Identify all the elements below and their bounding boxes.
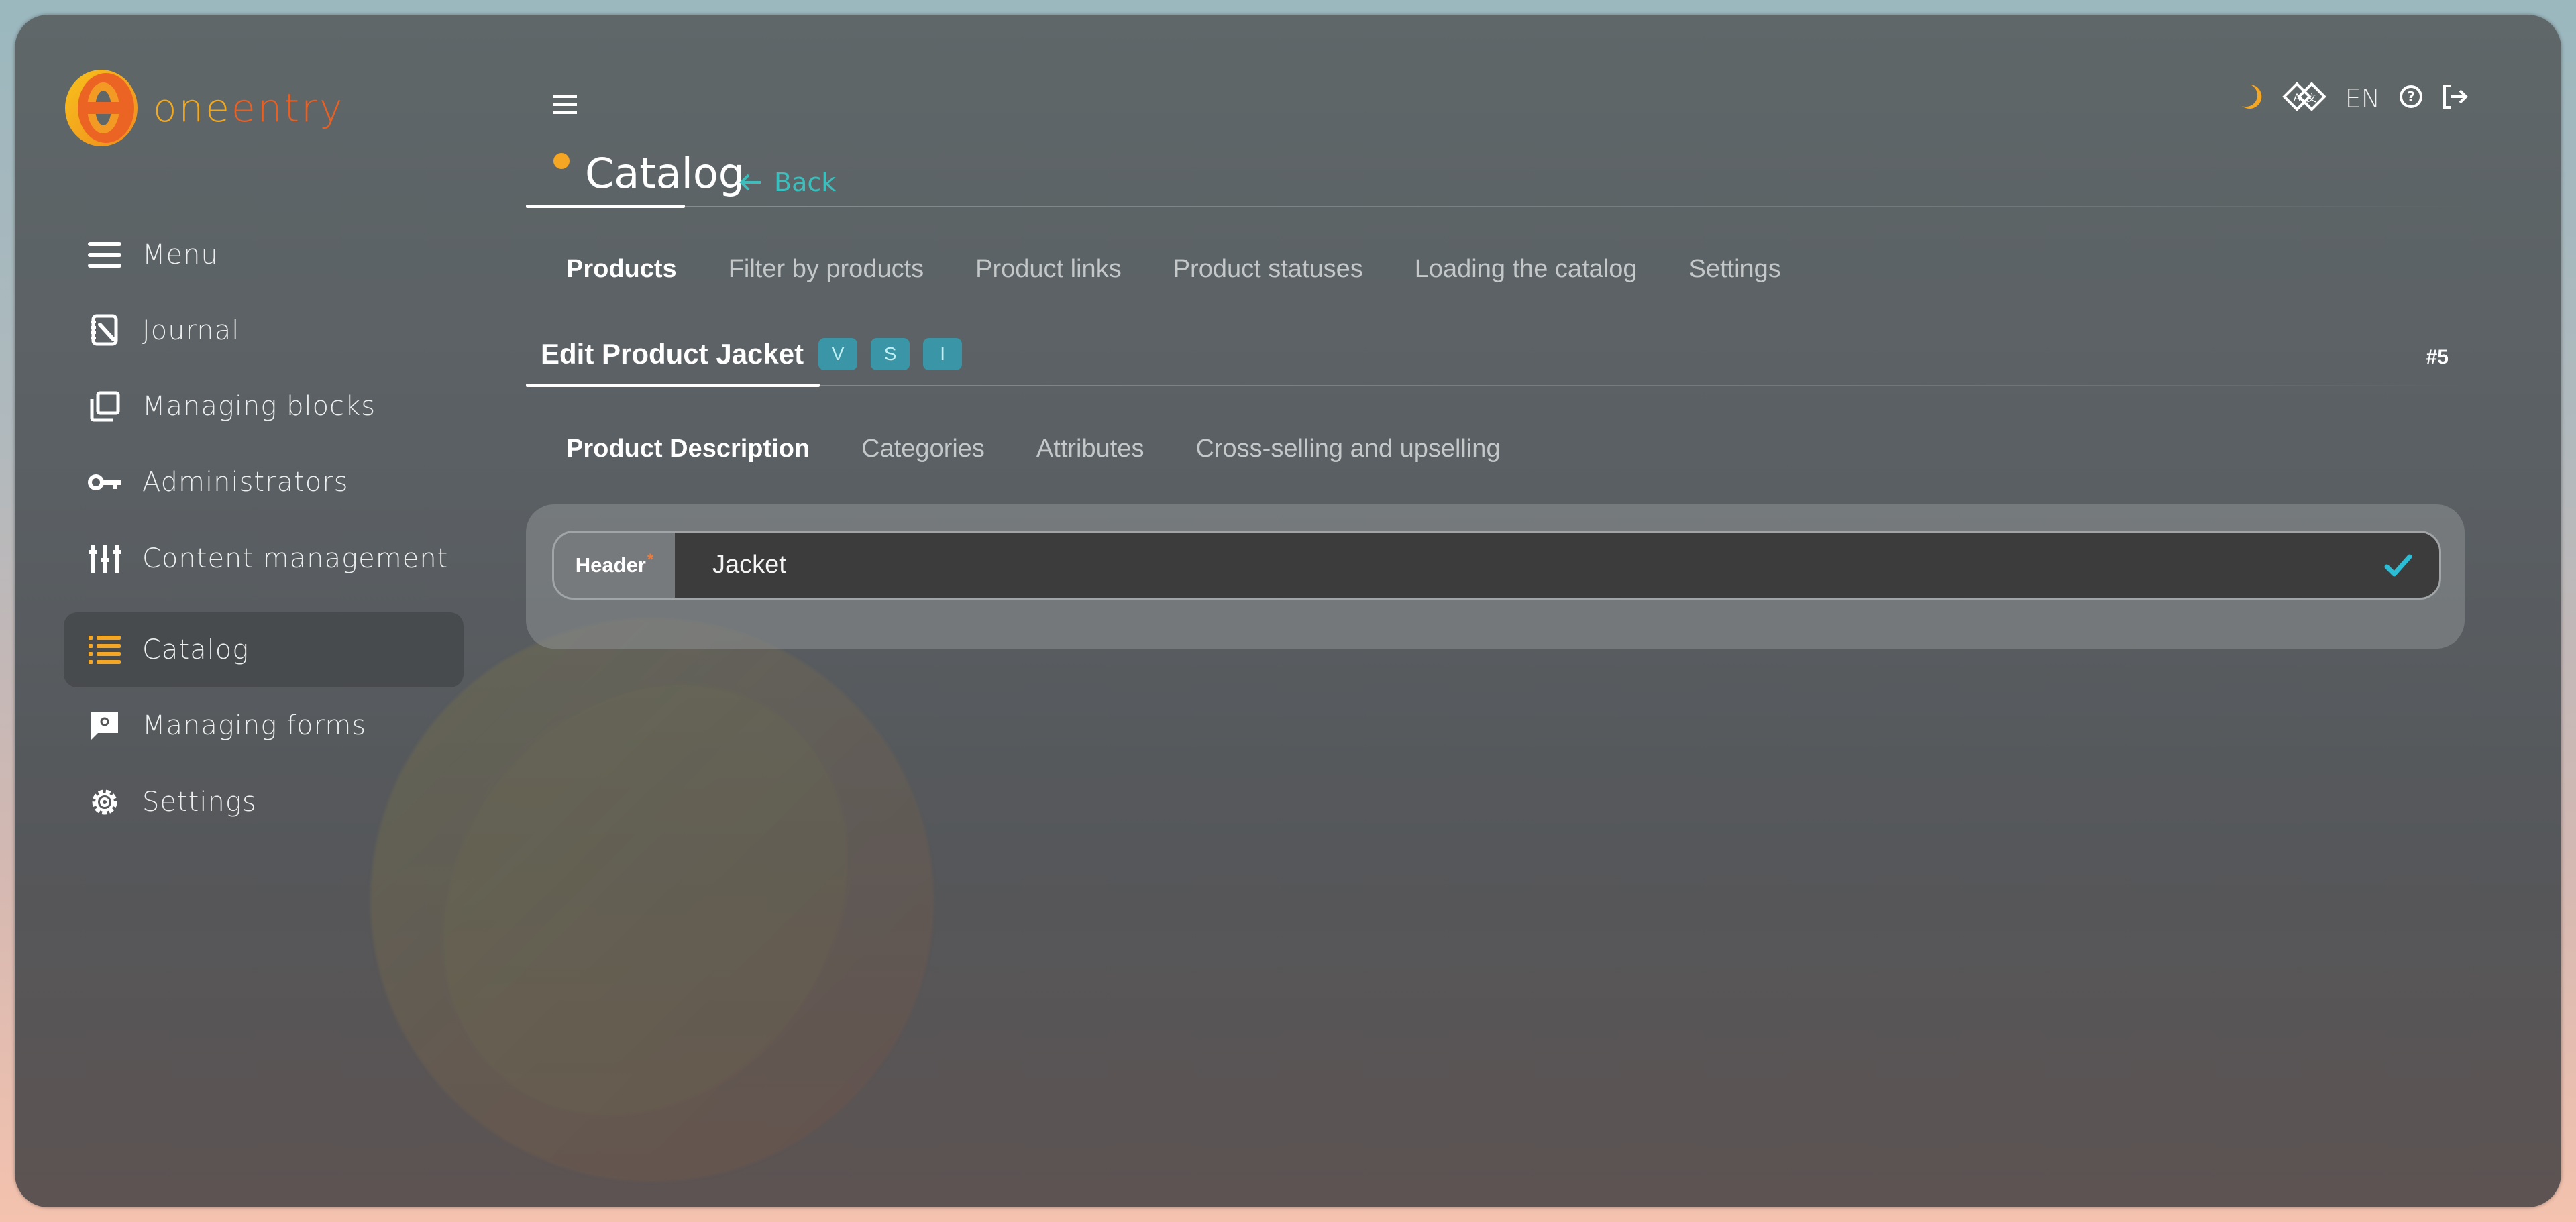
sidebar-item-content-management[interactable]: Content management [64,521,464,596]
app-window: oneentry Menu Journal Managing blocks Ad… [15,15,2561,1207]
journal-icon [87,313,122,348]
svg-text:文: 文 [2306,92,2316,104]
gear-icon [87,785,122,820]
editor-title: Edit Product Jacket [541,338,804,370]
list-icon [87,632,122,667]
badge-s[interactable]: S [871,338,910,370]
editor-subtabs: Product Description Categories Attribute… [566,435,1501,463]
back-link[interactable]: Back [739,168,836,197]
header-input[interactable] [675,533,2439,598]
translate-icon[interactable]: A文 [2282,82,2326,115]
logo-icon [62,68,141,148]
logout-icon[interactable] [2442,84,2469,113]
tab-settings[interactable]: Settings [1688,255,1780,284]
svg-text:?: ? [2407,89,2415,105]
hamburger-icon [553,95,577,114]
divider [526,206,2471,207]
subtab-attributes[interactable]: Attributes [1036,435,1144,463]
header-field-label: Header * [554,533,675,598]
editor-heading: Edit Product Jacket V S I [541,338,963,370]
required-marker: * [647,550,654,569]
sidebar-item-label: Content management [142,543,449,574]
badge-i[interactable]: I [923,338,963,370]
sidebar-item-label: Journal [142,315,240,346]
sidebar-item-managing-blocks[interactable]: Managing blocks [64,369,464,444]
status-dot [553,153,570,169]
svg-text:A: A [2293,91,2300,104]
check-icon [2381,549,2415,582]
sidebar-item-administrators[interactable]: Administrators [64,445,464,520]
tab-product-statuses[interactable]: Product statuses [1173,255,1363,284]
logo[interactable]: oneentry [62,68,344,148]
help-icon[interactable]: ? [2399,85,2423,112]
language-selector[interactable]: EN [2345,84,2380,113]
badge-v[interactable]: V [818,338,858,370]
sidebar-item-label: Settings [142,787,257,818]
menu-icon [87,237,122,272]
form-card: Header * [526,504,2465,649]
sidebar-item-menu[interactable]: Menu [64,217,464,292]
sidebar-item-catalog[interactable]: Catalog [64,612,464,687]
sliders-icon [87,541,122,576]
arrow-left-icon [739,174,761,191]
sidebar-item-label: Managing blocks [142,391,376,422]
blocks-icon [87,389,122,424]
sidebar-item-journal[interactable]: Journal [64,293,464,368]
hamburger-menu-button[interactable] [553,94,580,121]
sidebar-item-managing-forms[interactable]: Managing forms [64,688,464,763]
moon-icon[interactable] [2241,83,2263,113]
sidebar-item-label: Administrators [142,467,349,498]
tab-product-links[interactable]: Product links [975,255,1122,284]
record-id: #5 [2426,346,2449,368]
sidebar-item-label: Managing forms [142,710,367,741]
top-toolbar: A文 EN ? [2241,82,2469,115]
sidebar-item-settings[interactable]: Settings [64,765,464,840]
editor-title-underline [526,384,820,387]
subtab-categories[interactable]: Categories [861,435,985,463]
sidebar-item-label: Catalog [142,634,250,665]
header-field: Header * [552,531,2441,600]
subtab-cross-selling[interactable]: Cross-selling and upselling [1195,435,1500,463]
logo-wordmark: oneentry [153,85,345,131]
sidebar-item-label: Menu [142,239,219,270]
subtab-product-description[interactable]: Product Description [566,435,810,463]
catalog-tabs: Products Filter by products Product link… [566,255,1781,284]
tab-filter-by-products[interactable]: Filter by products [729,255,924,284]
key-icon [87,465,122,500]
title-underline [526,205,685,208]
form-icon [87,708,122,743]
back-label: Back [774,168,837,197]
page-title: Catalog [585,149,745,198]
tab-products[interactable]: Products [566,255,677,284]
tab-loading-the-catalog[interactable]: Loading the catalog [1415,255,1638,284]
